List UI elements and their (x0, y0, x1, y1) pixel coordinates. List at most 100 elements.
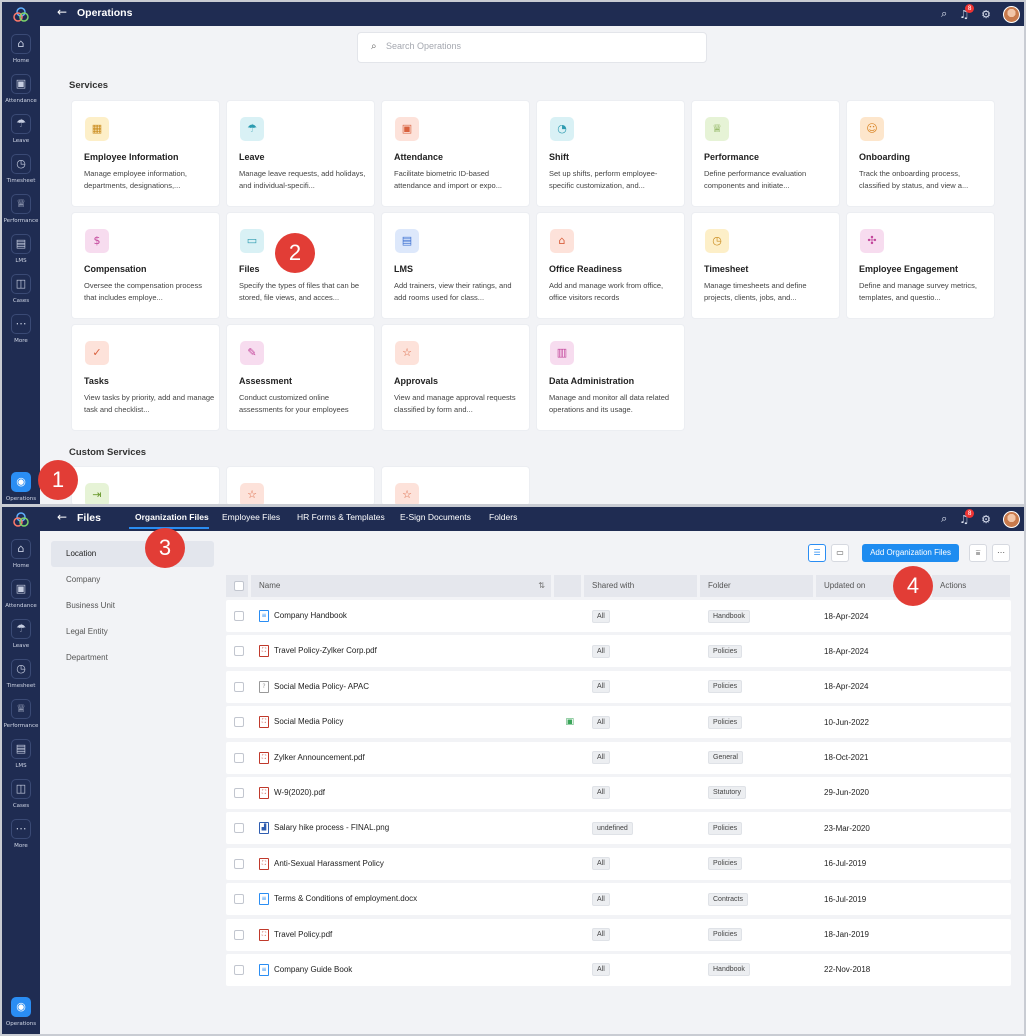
file-name-cell[interactable]: ≡ Company Handbook (251, 610, 554, 622)
row-checkbox[interactable] (234, 929, 244, 940)
file-name-cell[interactable]: ⛶ Travel Policy.pdf (251, 928, 554, 941)
file-name[interactable]: Company Guide Book (274, 965, 352, 974)
bell-icon[interactable]: ♫ 8 (959, 508, 975, 526)
rail-item-leave[interactable]: ☂ Leave (2, 114, 40, 144)
gear-icon[interactable]: ⚙ (981, 513, 991, 526)
avatar[interactable] (1003, 5, 1020, 23)
table-row[interactable]: ≡ Terms & Conditions of employment.docx Al… (226, 883, 1011, 916)
table-row[interactable]: ? Social Media Policy- APAC All Policies 18-… (226, 670, 1011, 703)
file-name[interactable]: Travel Policy.pdf (274, 930, 332, 939)
service-card-onboarding[interactable]: ☺ Onboarding Track the onboarding process,… (846, 100, 995, 207)
service-card-data-administration[interactable]: ▥ Data Administration Manage and monitor a… (536, 324, 685, 431)
column-name[interactable]: Name ⇅ (251, 575, 551, 597)
rail-item-timesheet[interactable]: ◷ Timesheet (2, 659, 40, 689)
row-checkbox[interactable] (234, 894, 244, 905)
left-nav-legal-entity[interactable]: Legal Entity (51, 619, 214, 645)
row-checkbox[interactable] (234, 752, 244, 763)
rail-item-lms[interactable]: ▤ LMS (2, 234, 40, 264)
rail-item-operations[interactable]: ◉ Operations (2, 997, 40, 1027)
rail-item-lms[interactable]: ▤ LMS (2, 739, 40, 769)
service-card-employee-engagement[interactable]: ✣ Employee Engagement Define and manage su… (846, 212, 995, 319)
service-card-approvals[interactable]: ☆ Approvals View and manage approval reque… (381, 324, 530, 431)
file-name[interactable]: W-9(2020).pdf (274, 788, 325, 797)
add-organization-files-button[interactable]: Add Organization Files (862, 544, 959, 562)
file-name[interactable]: Social Media Policy- APAC (274, 682, 369, 691)
service-card-tasks[interactable]: ✓ Tasks View tasks by priority, add and ma… (71, 324, 220, 431)
rail-item-more[interactable]: ⋯ More (2, 314, 40, 344)
file-name[interactable]: Terms & Conditions of employment.docx (274, 894, 417, 903)
service-card-performance[interactable]: ♕ Performance Define performance evaluatio… (691, 100, 840, 207)
back-arrow-icon[interactable]: ← (57, 5, 67, 19)
file-name-cell[interactable]: ▟ Salary hike process - FINAL.png (251, 822, 554, 835)
rail-item-attendance[interactable]: ▣ Attendance (2, 74, 40, 104)
table-row[interactable]: ⛶ Travel Policy-Zylker Corp.pdf All Policie… (226, 635, 1011, 668)
service-card-lms[interactable]: ▤ LMS Add trainers, view their ratings, an… (381, 212, 530, 319)
rail-item-performance[interactable]: ♕ Performance (2, 699, 40, 729)
table-row[interactable]: ⛶ Anti-Sexual Harassment Policy All Policie… (226, 847, 1011, 880)
left-nav-department[interactable]: Department (51, 645, 214, 671)
sort-icon[interactable]: ⇅ (538, 575, 545, 597)
search-icon[interactable]: ⌕ (941, 512, 947, 526)
left-nav-business-unit[interactable]: Business Unit (51, 593, 214, 619)
file-name[interactable]: Zylker Announcement.pdf (274, 753, 365, 762)
table-row[interactable]: ▟ Salary hike process - FINAL.png undefine… (226, 812, 1011, 845)
rail-item-home[interactable]: ⌂ Home (2, 539, 40, 569)
service-card-attendance[interactable]: ▣ Attendance Facilitate biometric ID-based… (381, 100, 530, 207)
service-card-shift[interactable]: ◔ Shift Set up shifts, perform employee-sp… (536, 100, 685, 207)
rail-item-operations[interactable]: ◉ Operations (2, 472, 40, 502)
search-input[interactable] (386, 41, 686, 51)
back-arrow-icon[interactable]: ← (57, 510, 67, 524)
table-row[interactable]: ⛶ W-9(2020).pdf All Statutory 29-Jun-2020 (226, 776, 1011, 809)
list-view-icon[interactable]: ☰ (808, 544, 827, 562)
custom-service-card[interactable]: ⇥ (71, 466, 220, 504)
tab-folders[interactable]: Folders (489, 512, 517, 522)
more-options-icon[interactable]: ⋯ (992, 544, 1010, 562)
table-row[interactable]: ⛶ Zylker Announcement.pdf All General 18-Oct… (226, 741, 1011, 774)
table-row[interactable]: ≡ Company Guide Book All Handbook 22-Nov-201… (226, 953, 1011, 986)
table-row[interactable]: ⛶ Travel Policy.pdf All Policies 18-Jan-2019 (226, 918, 1011, 951)
tab-employee-files[interactable]: Employee Files (222, 512, 280, 522)
file-name-cell[interactable]: ? Social Media Policy- APAC (251, 680, 554, 693)
search-icon[interactable]: ⌕ (941, 7, 947, 21)
table-row[interactable]: ≡ Company Handbook All Handbook 18-Apr-2024 (226, 600, 1011, 632)
rail-item-attendance[interactable]: ▣ Attendance (2, 579, 40, 609)
service-card-assessment[interactable]: ✎ Assessment Conduct customized online ass… (226, 324, 375, 431)
custom-service-card[interactable]: ☆ (226, 466, 375, 504)
file-name-cell[interactable]: ≡ Company Guide Book (251, 963, 554, 976)
row-checkbox[interactable] (234, 611, 244, 621)
file-name-cell[interactable]: ⛶ Social Media Policy (251, 716, 554, 729)
note-icon[interactable]: ▣ (565, 717, 574, 727)
file-name[interactable]: Company Handbook (274, 611, 347, 620)
rail-item-more[interactable]: ⋯ More (2, 819, 40, 849)
filter-icon[interactable]: ⩸ (969, 544, 987, 562)
service-card-leave[interactable]: ☂ Leave Manage leave requests, add holiday… (226, 100, 375, 207)
file-name[interactable]: Travel Policy-Zylker Corp.pdf (274, 647, 377, 656)
select-all-checkbox[interactable] (234, 580, 244, 591)
rail-item-cases[interactable]: ◫ Cases (2, 779, 40, 809)
row-checkbox[interactable] (234, 823, 244, 834)
row-checkbox[interactable] (234, 787, 244, 798)
file-name-cell[interactable]: ⛶ Travel Policy-Zylker Corp.pdf (251, 645, 554, 658)
folder-view-icon[interactable]: ▭ (831, 544, 850, 562)
custom-service-card[interactable]: ☆ (381, 466, 530, 504)
service-card-office-readiness[interactable]: ⌂ Office Readiness Add and manage work fro… (536, 212, 685, 319)
search-box[interactable]: ⌕ (357, 32, 707, 63)
tab-e-sign-documents[interactable]: E-Sign Documents (400, 512, 471, 522)
service-card-compensation[interactable]: $ Compensation Oversee the compensation pr… (71, 212, 220, 319)
gear-icon[interactable]: ⚙ (981, 8, 991, 21)
file-name[interactable]: Salary hike process - FINAL.png (274, 823, 389, 832)
file-name-cell[interactable]: ⛶ Anti-Sexual Harassment Policy (251, 857, 554, 870)
row-checkbox[interactable] (234, 681, 244, 692)
file-name-cell[interactable]: ⛶ W-9(2020).pdf (251, 786, 554, 799)
row-checkbox[interactable] (234, 964, 244, 975)
file-name[interactable]: Social Media Policy (274, 717, 343, 726)
rail-item-timesheet[interactable]: ◷ Timesheet (2, 154, 40, 184)
left-nav-location[interactable]: Location (51, 541, 214, 567)
row-checkbox[interactable] (234, 858, 244, 869)
row-checkbox[interactable] (234, 646, 244, 657)
rail-item-home[interactable]: ⌂ Home (2, 34, 40, 64)
tab-organization-files[interactable]: Organization Files (135, 512, 209, 522)
file-name-cell[interactable]: ⛶ Zylker Announcement.pdf (251, 751, 554, 764)
rail-item-performance[interactable]: ♕ Performance (2, 194, 40, 224)
bell-icon[interactable]: ♫ 8 (959, 3, 975, 21)
